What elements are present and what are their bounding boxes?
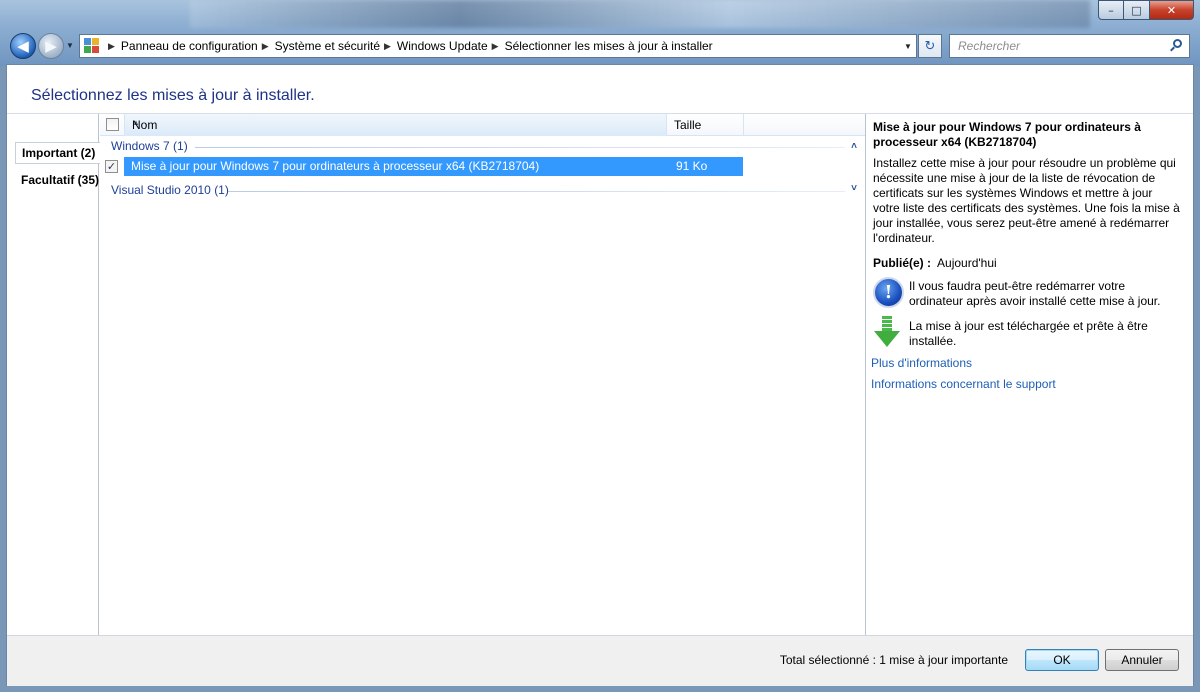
group-header-windows7[interactable]: Windows 7 (1) — [111, 139, 188, 153]
row-update-name: Mise à jour pour Windows 7 pour ordinate… — [131, 159, 540, 173]
column-header-size[interactable]: Taille — [667, 114, 744, 136]
forward-button[interactable]: ▶ — [38, 33, 64, 59]
breadcrumb-select-updates[interactable]: Sélectionner les mises à jour à installe… — [505, 39, 713, 53]
refresh-button[interactable]: ↻ — [918, 34, 942, 58]
search-box[interactable] — [949, 34, 1190, 58]
update-list: ▲ Nom Taille Windows 7 (1) ˄ ✓ Mise à jo… — [100, 114, 865, 635]
group-header-visual-studio[interactable]: Visual Studio 2010 (1) — [111, 183, 229, 197]
tab-important[interactable]: Important (2) — [15, 142, 100, 164]
breadcrumb-control-panel[interactable]: Panneau de configuration — [121, 39, 258, 53]
window-titlebar: – □ ✕ ◀ ▶ ▼ ▶ Panneau de configuration ▶… — [0, 0, 1200, 66]
info-icon: ! — [873, 277, 904, 308]
more-info-link[interactable]: Plus d'informations — [871, 356, 972, 370]
ok-button[interactable]: OK — [1025, 649, 1099, 671]
published-label: Publié(e) : — [873, 256, 932, 270]
column-header-name[interactable]: ▲ Nom — [124, 114, 667, 136]
close-button[interactable]: ✕ — [1150, 0, 1194, 20]
support-info-link[interactable]: Informations concernant le support — [871, 377, 1056, 391]
select-all-checkbox[interactable] — [106, 118, 119, 131]
group-divider — [195, 147, 845, 148]
control-panel-icon — [84, 38, 100, 54]
breadcrumb-system-security[interactable]: Système et sécurité — [275, 39, 380, 53]
breadcrumb-windows-update[interactable]: Windows Update — [397, 39, 488, 53]
details-pane: Mise à jour pour Windows 7 pour ordinate… — [865, 114, 1193, 635]
client-area: Sélectionnez les mises à jour à installe… — [6, 64, 1194, 686]
titlebar-glass — [190, 0, 1090, 28]
download-arrow-icon — [874, 316, 900, 350]
row-checkbox[interactable]: ✓ — [105, 160, 118, 173]
expand-chevron-icon[interactable]: ˅ — [851, 183, 857, 194]
column-header-size-label: Taille — [674, 118, 702, 132]
column-header-row: ▲ Nom Taille — [100, 114, 865, 136]
breadcrumb-separator-icon[interactable]: ▶ — [262, 41, 269, 52]
breadcrumb-separator-icon[interactable]: ▶ — [384, 41, 391, 52]
group-divider — [228, 191, 845, 192]
detail-description: Installez cette mise à jour pour résoudr… — [873, 156, 1180, 245]
navigation-bar: ◀ ▶ ▼ ▶ Panneau de configuration ▶ Systè… — [0, 32, 1200, 60]
search-input[interactable] — [950, 35, 1160, 57]
minimize-button[interactable]: – — [1098, 0, 1124, 20]
address-dropdown-icon[interactable]: ▼ — [900, 42, 916, 51]
search-icon[interactable] — [1170, 39, 1183, 52]
page-title: Sélectionnez les mises à jour à installe… — [31, 87, 315, 104]
footer-bar: Total sélectionné : 1 mise à jour import… — [7, 635, 1193, 686]
selection-total: Total sélectionné : 1 mise à jour import… — [779, 653, 1008, 667]
row-update-size: 91 Ko — [676, 159, 708, 173]
collapse-chevron-icon[interactable]: ˄ — [851, 141, 857, 152]
maximize-button[interactable]: □ — [1124, 0, 1150, 20]
category-tabs: Important (2) Facultatif (35) — [7, 114, 100, 635]
caption-buttons: – □ ✕ — [1098, 0, 1194, 20]
breadcrumb-separator-icon[interactable]: ▶ — [492, 41, 499, 52]
restart-note: Il vous faudra peut-être redémarrer votr… — [909, 279, 1161, 308]
published-value: Aujourd'hui — [937, 256, 997, 270]
back-button[interactable]: ◀ — [10, 33, 36, 59]
breadcrumb-separator-icon[interactable]: ▶ — [108, 41, 115, 52]
recent-pages-dropdown[interactable]: ▼ — [66, 41, 74, 50]
row-selection[interactable]: Mise à jour pour Windows 7 pour ordinate… — [124, 157, 743, 176]
detail-title: Mise à jour pour Windows 7 pour ordinate… — [873, 120, 1141, 149]
table-row[interactable]: ✓ Mise à jour pour Windows 7 pour ordina… — [100, 157, 743, 176]
detail-published: Publié(e) : Aujourd'hui — [873, 256, 997, 270]
cancel-button[interactable]: Annuler — [1105, 649, 1179, 671]
tab-optional[interactable]: Facultatif (35) — [15, 169, 99, 191]
column-header-name-label: Nom — [132, 118, 158, 132]
address-bar[interactable]: ▶ Panneau de configuration ▶ Système et … — [79, 34, 917, 58]
download-ready-note: La mise à jour est téléchargée et prête … — [909, 319, 1148, 348]
